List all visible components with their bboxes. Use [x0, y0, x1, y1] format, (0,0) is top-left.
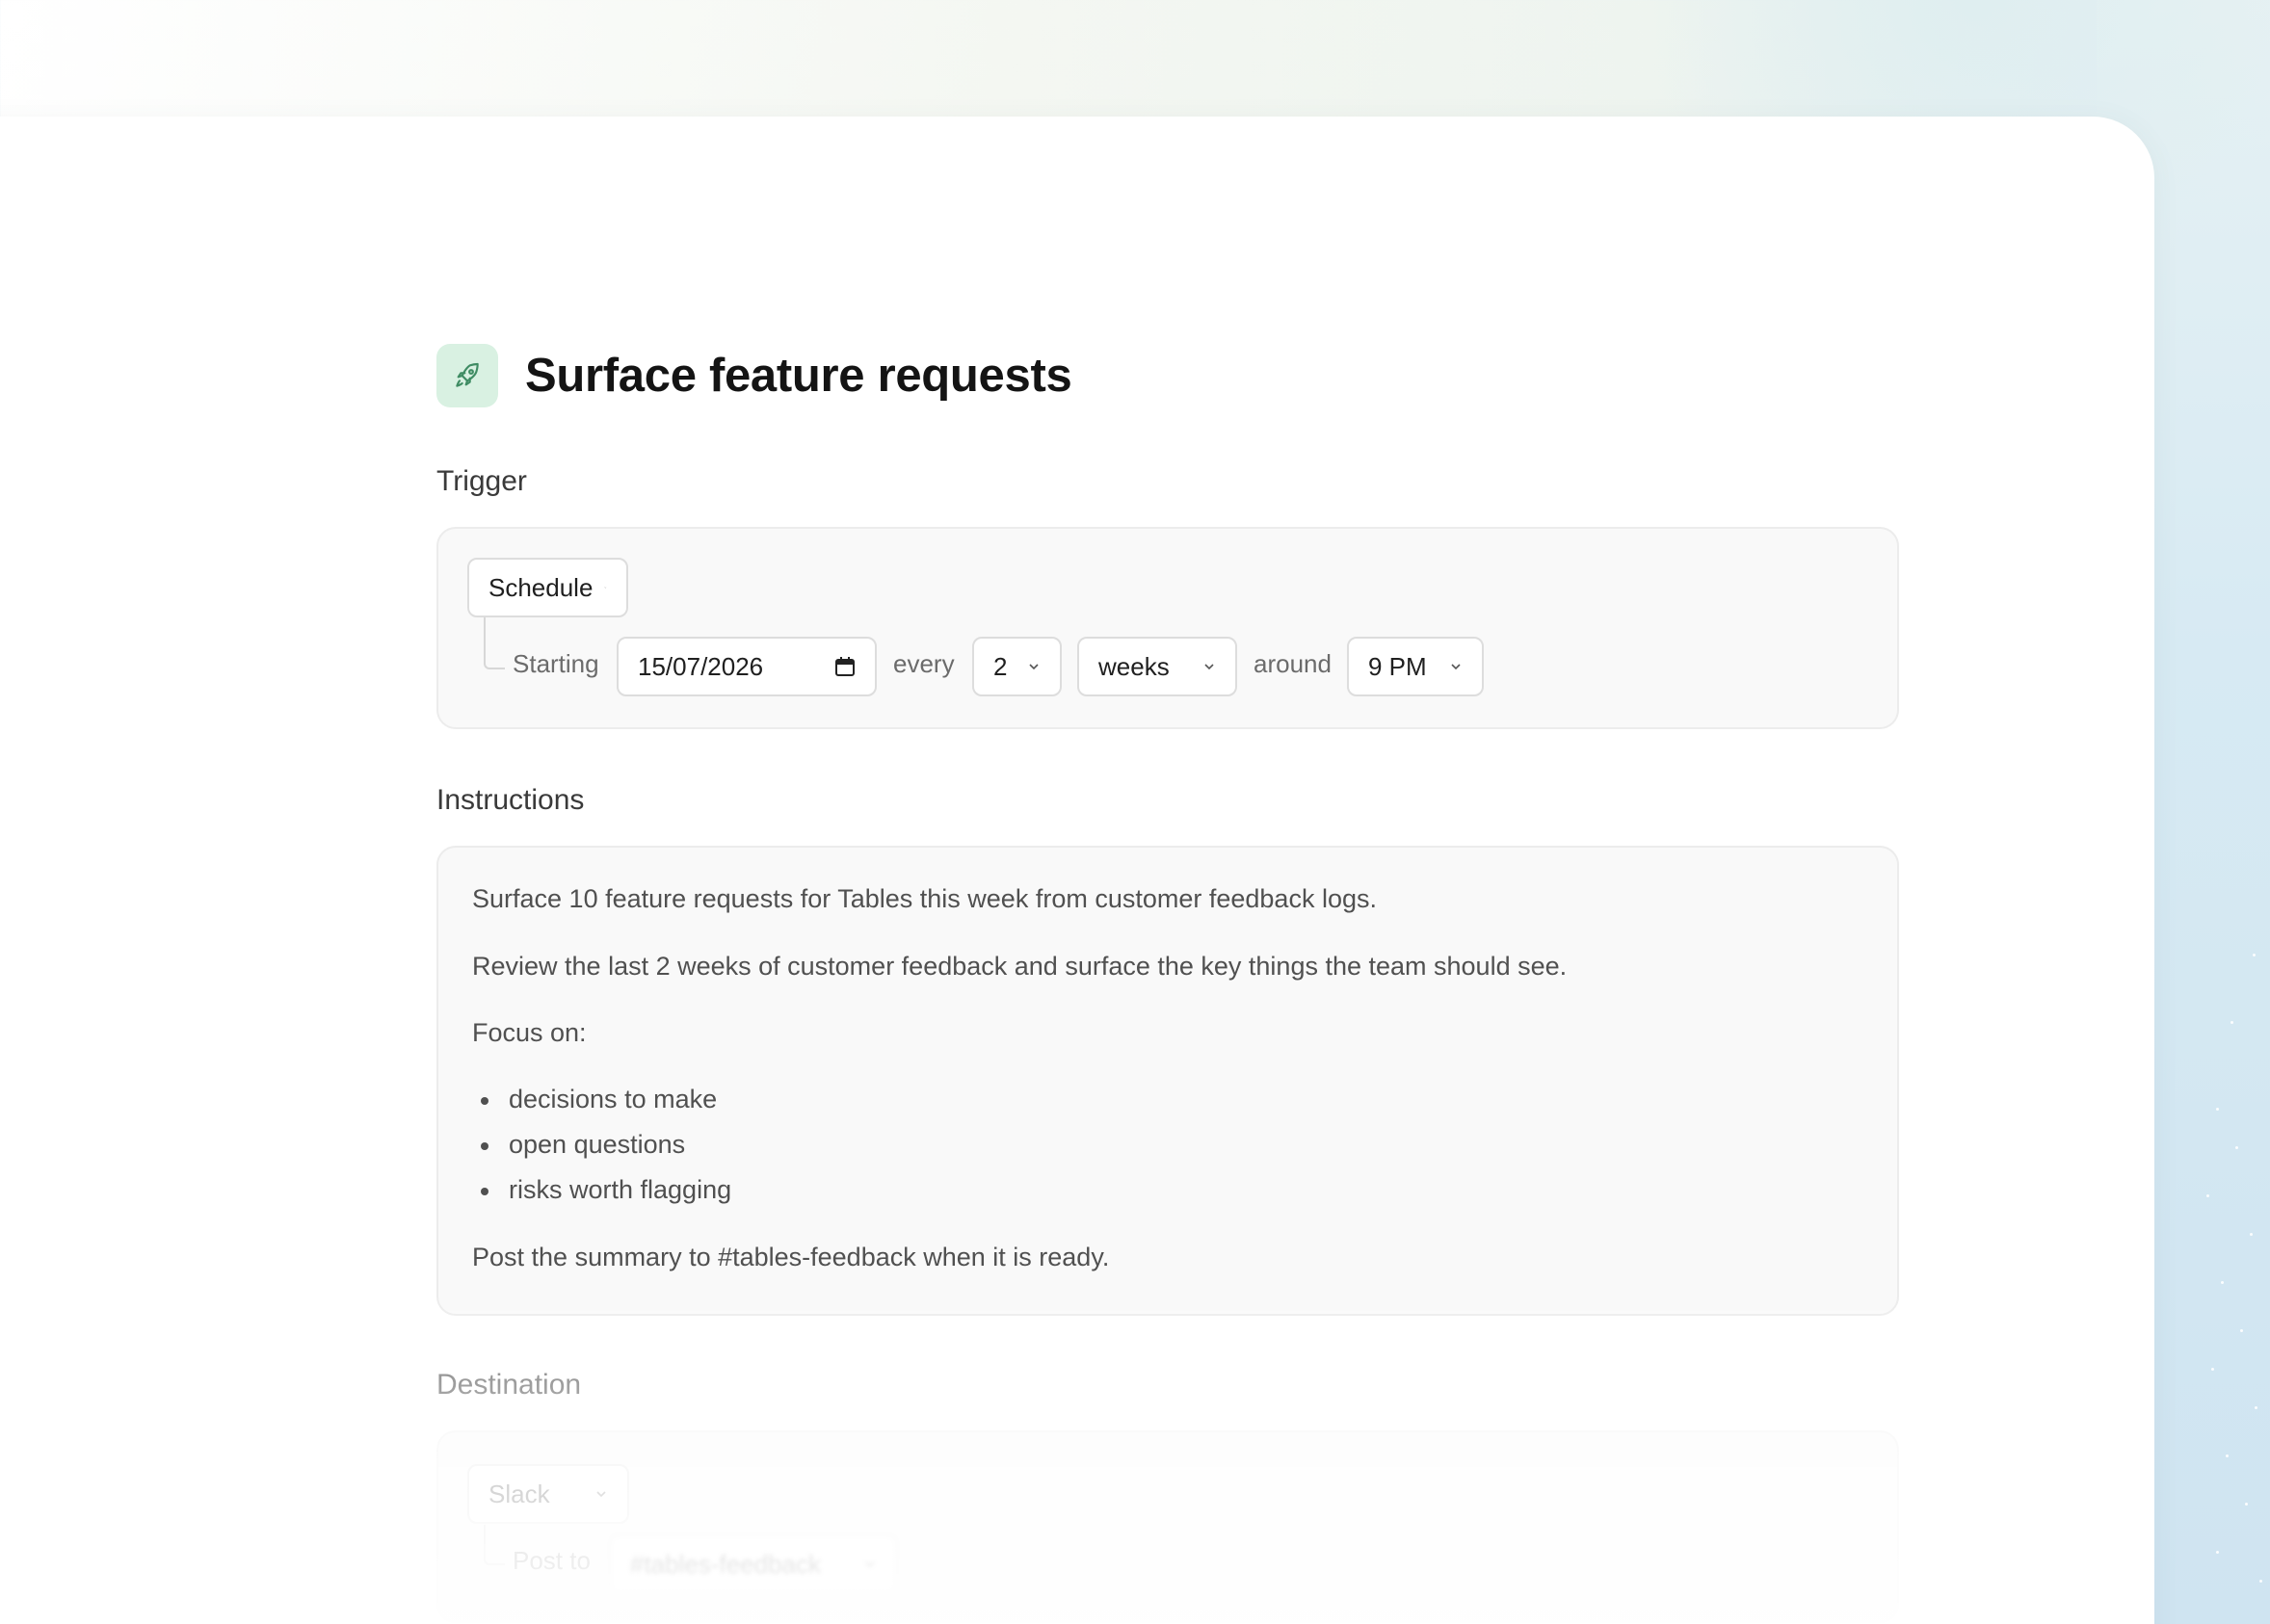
trigger-section-label: Trigger: [436, 465, 527, 497]
chevron-down-icon: [604, 587, 607, 589]
channel-value: #tables-feedback: [630, 1549, 822, 1579]
every-label: every: [893, 649, 955, 678]
bullet-icon: [481, 1142, 488, 1150]
channel-select[interactable]: #tables-feedback: [609, 1534, 898, 1594]
chevron-down-icon: [1029, 664, 1039, 670]
chevron-down-icon: [596, 1491, 606, 1498]
start-date-value: 15/07/2026: [638, 651, 764, 681]
interval-unit-value: weeks: [1098, 651, 1170, 681]
destination-type-value: Slack: [488, 1479, 550, 1508]
destination-type-select[interactable]: Slack: [467, 1464, 629, 1524]
instruction-line: Surface 10 feature requests for Tables t…: [472, 884, 1377, 913]
tree-connector: [484, 617, 505, 669]
instruction-line: Review the last 2 weeks of customer feed…: [472, 952, 1568, 981]
calendar-icon[interactable]: [834, 656, 856, 677]
start-date-input[interactable]: 15/07/2026: [617, 637, 877, 696]
chevron-down-icon: [1451, 664, 1461, 670]
post-to-label: Post to: [513, 1546, 591, 1575]
page-header: Surface feature requests: [436, 344, 1901, 407]
time-select[interactable]: 9 PM: [1347, 637, 1484, 696]
page-title: Surface feature requests: [525, 350, 1072, 402]
list-item: risks worth flagging: [509, 1175, 732, 1204]
instructions-section-label: Instructions: [436, 784, 585, 816]
focus-label: Focus on:: [472, 1018, 587, 1047]
destination-card: Slack Post to #tables-feedback: [436, 1430, 1899, 1623]
time-value: 9 PM: [1368, 651, 1427, 681]
trigger-type-select[interactable]: Schedule: [467, 558, 628, 617]
destination-section-label: Destination: [436, 1369, 582, 1401]
automation-editor: Surface feature requests Trigger Schedul…: [436, 344, 1901, 1623]
starting-label: Starting: [513, 649, 599, 678]
chevron-down-icon: [1204, 664, 1214, 670]
rocket-icon: [436, 344, 498, 407]
trigger-type-value: Schedule: [488, 572, 594, 602]
list-item: open questions: [509, 1130, 686, 1159]
bullet-icon: [481, 1188, 488, 1195]
chevron-down-icon: [865, 1561, 875, 1568]
tree-connector: [484, 1525, 505, 1565]
interval-value-select[interactable]: 2: [972, 637, 1062, 696]
instructions-editor[interactable]: Surface 10 feature requests for Tables t…: [436, 846, 1899, 1316]
interval-value: 2: [993, 651, 1008, 681]
bullet-icon: [481, 1097, 488, 1105]
instruction-line: Post the summary to #tables-feedback whe…: [472, 1243, 1110, 1271]
interval-unit-select[interactable]: weeks: [1077, 637, 1237, 696]
list-item: decisions to make: [509, 1085, 718, 1113]
around-label: around: [1254, 649, 1332, 678]
trigger-card: Schedule Starting 15/07/2026 every 2 wee…: [436, 527, 1899, 729]
